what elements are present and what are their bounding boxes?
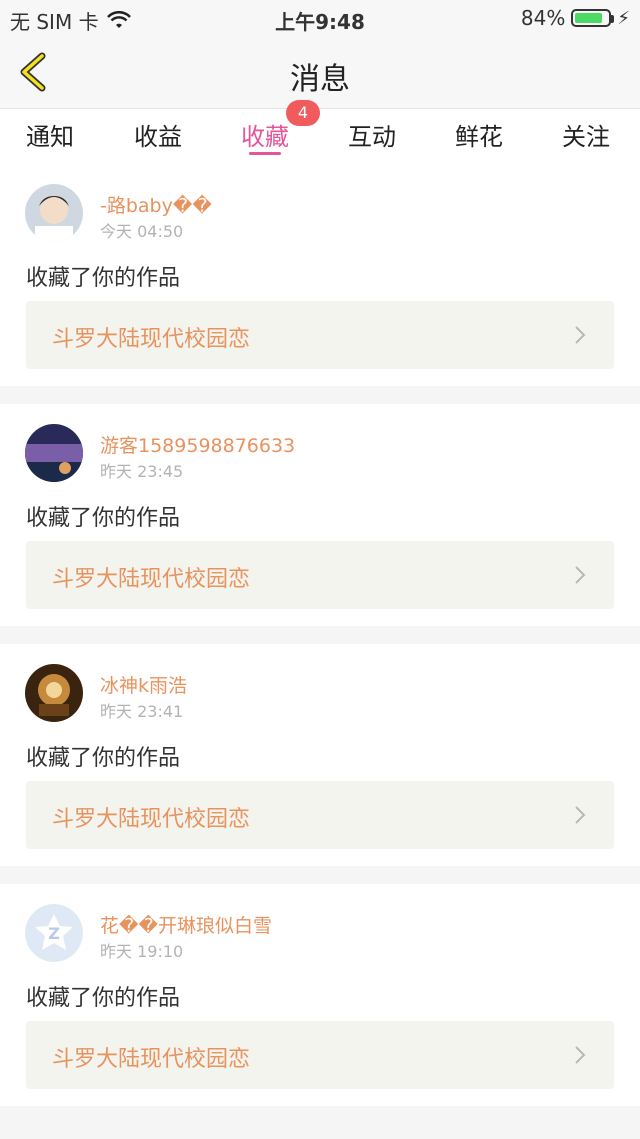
work-link[interactable]: 斗罗大陆现代校园恋: [26, 541, 614, 609]
timestamp: 昨天 23:41: [100, 702, 184, 721]
chevron-right-icon: [575, 1046, 586, 1064]
work-link[interactable]: 斗罗大陆现代校园恋: [26, 301, 614, 369]
tab-favorites[interactable]: 收藏: [241, 117, 289, 152]
action-text: 收藏了你的作品: [26, 986, 181, 1011]
status-bar: 无 SIM 卡 上午9:48 84% ⚡: [0, 0, 640, 36]
work-title: 斗罗大陆现代校园恋: [52, 1047, 251, 1072]
user-avatar[interactable]: [25, 424, 83, 482]
action-text: 收藏了你的作品: [26, 266, 181, 291]
default-avatar-icon[interactable]: Z: [25, 904, 83, 962]
work-link[interactable]: 斗罗大陆现代校园恋: [26, 781, 614, 849]
user-avatar[interactable]: [25, 184, 83, 242]
chevron-right-icon: [575, 566, 586, 584]
svg-text:Z: Z: [48, 924, 60, 943]
timestamp: 今天 04:50: [100, 222, 184, 241]
list-item: Z 花��开琳琅似白雪 昨天 19:10 收藏了你的作品 斗罗大陆现代校园恋: [0, 884, 640, 1106]
tab-follow[interactable]: 关注: [562, 117, 610, 152]
battery-percent: 84%: [520, 6, 566, 30]
chevron-right-icon: [575, 326, 586, 344]
chevron-right-icon: [575, 806, 586, 824]
list-item: -路baby�� 今天 04:50 收藏了你的作品 斗罗大陆现代校园恋: [0, 164, 640, 386]
action-text: 收藏了你的作品: [26, 506, 181, 531]
username[interactable]: 游客1589598876633: [100, 431, 295, 458]
tab-badge: 4: [286, 100, 320, 126]
nav-bar: 消息: [0, 36, 640, 108]
tab-bar: 通知 收益 收藏 互动 鲜花 关注: [0, 108, 640, 165]
timestamp: 昨天 19:10: [100, 942, 184, 961]
list-item: 游客1589598876633 昨天 23:45 收藏了你的作品 斗罗大陆现代校…: [0, 404, 640, 626]
timestamp: 昨天 23:45: [100, 462, 184, 481]
list-item: 冰神k雨浩 昨天 23:41 收藏了你的作品 斗罗大陆现代校园恋: [0, 644, 640, 866]
username[interactable]: -路baby��: [100, 191, 212, 218]
tab-flowers[interactable]: 鲜花: [455, 117, 503, 152]
status-right: 84% ⚡: [521, 6, 630, 30]
tab-notify[interactable]: 通知: [26, 117, 74, 152]
page-title: 消息: [290, 62, 350, 97]
username[interactable]: 冰神k雨浩: [100, 671, 187, 698]
work-link[interactable]: 斗罗大陆现代校园恋: [26, 1021, 614, 1089]
username[interactable]: 花��开琳琅似白雪: [100, 911, 272, 938]
action-text: 收藏了你的作品: [26, 746, 181, 771]
work-title: 斗罗大陆现代校园恋: [52, 807, 251, 832]
user-avatar[interactable]: [25, 664, 83, 722]
work-title: 斗罗大陆现代校园恋: [52, 327, 251, 352]
active-tab-indicator: [249, 152, 281, 155]
work-title: 斗罗大陆现代校园恋: [52, 567, 251, 592]
notification-list: -路baby�� 今天 04:50 收藏了你的作品 斗罗大陆现代校园恋 游客15…: [0, 164, 640, 1124]
battery-icon: [571, 9, 615, 27]
tab-interaction[interactable]: 互动: [348, 117, 396, 152]
tab-earnings[interactable]: 收益: [134, 117, 182, 152]
charging-icon: ⚡: [617, 7, 630, 29]
